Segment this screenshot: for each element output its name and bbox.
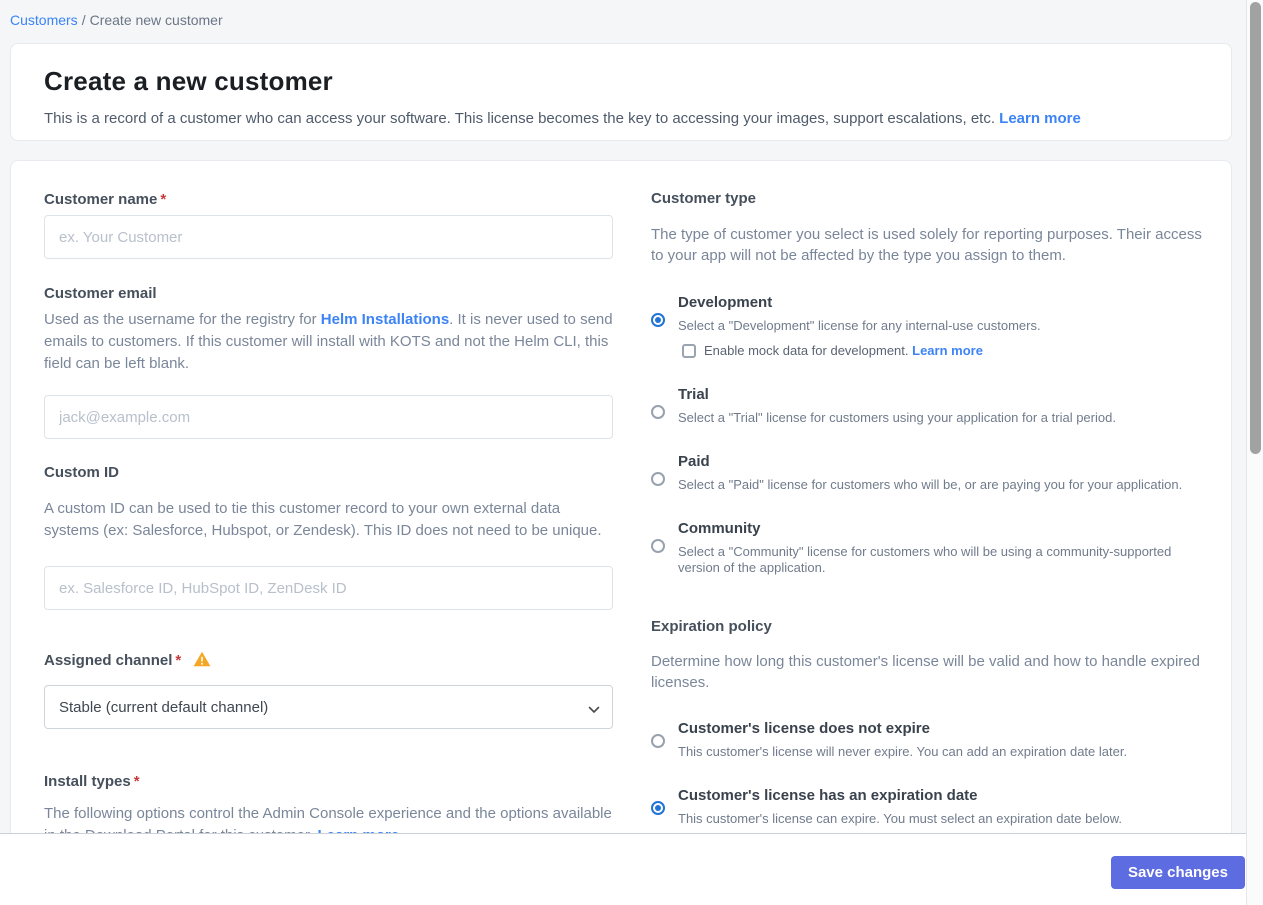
page-scrollbar-track[interactable] [1246,0,1263,905]
header-learn-more-link[interactable]: Learn more [999,110,1081,127]
radio-license-does-not-expire[interactable] [651,734,665,748]
option-paid-label: Paid [678,453,710,470]
custom-id-input[interactable] [44,566,613,610]
radio-trial[interactable] [651,405,665,419]
option-community-label: Community [678,520,761,537]
page-description-text: This is a record of a customer who can a… [44,110,995,127]
customer-type-option-development: Development Select a "Development" licen… [651,294,1203,358]
form-right-column: Customer type The type of customer you s… [651,161,1203,847]
helm-installations-link[interactable]: Helm Installations [321,311,449,328]
form-footer: Save changes [0,833,1263,905]
form-left-column: Customer name* Customer email Used as th… [44,161,613,847]
option-trial-label: Trial [678,386,709,403]
warning-icon [193,651,211,671]
radio-license-has-expiration[interactable] [651,801,665,815]
expiration-option-has-date: Customer's license has an expiration dat… [651,787,1203,827]
option-has-date-description: This customer's license can expire. You … [678,811,1122,826]
radio-community[interactable] [651,539,665,553]
enable-mock-data-label: Enable mock data for development. Learn … [704,343,983,358]
page-scrollbar-thumb[interactable] [1250,2,1261,454]
expiration-policy-heading: Expiration policy [651,618,772,635]
chevron-down-icon [588,701,600,718]
custom-id-description: A custom ID can be used to tie this cust… [44,500,602,539]
mock-data-row: Enable mock data for development. Learn … [682,343,1203,358]
custom-id-label: Custom ID [44,464,119,481]
option-paid-description: Select a "Paid" license for customers wh… [678,477,1183,492]
radio-paid[interactable] [651,472,665,486]
page-description: This is a record of a customer who can a… [44,110,1201,127]
page-header-card: Create a new customer This is a record o… [10,43,1232,141]
save-changes-button[interactable]: Save changes [1110,856,1245,889]
assigned-channel-label-text: Assigned channel [44,652,173,669]
radio-development[interactable] [651,313,665,327]
customer-email-desc-pre: Used as the username for the registry fo… [44,311,321,328]
install-types-label: Install types * [44,773,613,790]
expiration-policy-description: Determine how long this customer's licen… [651,653,1200,691]
option-no-expire-description: This customer's license will never expir… [678,744,1128,759]
assigned-channel-label: Assigned channel * [44,651,613,671]
mock-data-label-text: Enable mock data for development. [704,343,913,358]
breadcrumb: Customers / Create new customer [0,0,1263,28]
assigned-channel-selected-value: Stable (current default channel) [59,698,269,716]
customer-type-heading: Customer type [651,190,757,207]
mock-data-learn-more-link[interactable]: Learn more [912,343,983,358]
customer-form-card: Customer name* Customer email Used as th… [10,160,1232,905]
customer-name-label: Customer name * [44,191,613,208]
option-development-description: Select a "Development" license for any i… [678,318,1041,333]
customer-email-input[interactable] [44,395,613,439]
customer-email-label: Customer email [44,285,157,302]
option-development-label: Development [678,294,773,311]
customer-email-description: Used as the username for the registry fo… [44,309,613,375]
page-title: Create a new customer [44,66,333,96]
required-asterisk: * [175,652,182,669]
required-asterisk: * [133,773,140,790]
breadcrumb-customers-link[interactable]: Customers [10,12,78,28]
option-trial-description: Select a "Trial" license for customers u… [678,410,1116,425]
customer-name-label-text: Customer name [44,191,158,208]
assigned-channel-select[interactable]: Stable (current default channel) [44,685,613,729]
customer-type-description: The type of customer you select is used … [651,226,1202,264]
breadcrumb-separator: / [81,12,86,28]
option-no-expire-label: Customer's license does not expire [678,720,930,737]
customer-type-option-trial: Trial Select a "Trial" license for custo… [651,386,1203,426]
required-asterisk: * [160,191,167,208]
option-community-description: Select a "Community" license for custome… [678,544,1172,575]
option-has-date-label: Customer's license has an expiration dat… [678,787,978,804]
install-types-label-text: Install types [44,773,131,790]
customer-name-input[interactable] [44,215,613,259]
expiration-option-no-expire: Customer's license does not expire This … [651,720,1203,760]
enable-mock-data-checkbox[interactable] [682,343,696,358]
customer-type-option-paid: Paid Select a "Paid" license for custome… [651,453,1203,493]
breadcrumb-current: Create new customer [89,12,223,28]
customer-type-option-community: Community Select a "Community" license f… [651,520,1203,576]
